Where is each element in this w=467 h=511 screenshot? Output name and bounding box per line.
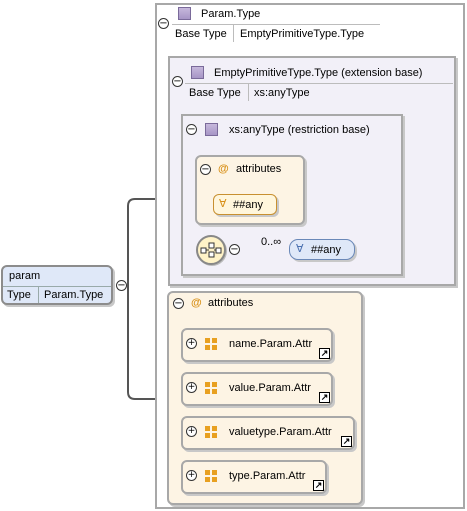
expand-button[interactable]: + — [186, 470, 197, 481]
expand-button[interactable]: + — [186, 338, 197, 349]
attribute-group-label: name.Param.Attr — [229, 338, 313, 350]
param-type-collapse-button[interactable]: − — [158, 18, 169, 29]
param-type-label: Type — [7, 289, 31, 301]
reference-link-icon[interactable]: ↗ — [319, 392, 330, 403]
complex-type-icon — [205, 123, 218, 136]
param-type-name: Param.Type — [201, 8, 261, 20]
expand-button[interactable]: + — [186, 382, 197, 393]
attribute-group-icon — [205, 382, 217, 394]
attribute-group-label: valuetype.Param.Attr — [229, 426, 332, 438]
any-attribute-label: ##any — [233, 199, 263, 211]
sequence-collapse-button[interactable]: − — [229, 244, 240, 255]
empty-primitive-name: EmptyPrimitiveType.Type (extension base) — [214, 67, 423, 79]
complex-type-icon — [178, 7, 191, 20]
param-element-name: param — [9, 270, 41, 282]
param-element-node[interactable]: param Type Param.Type — [1, 265, 113, 305]
inner-attributes-label: attributes — [236, 163, 282, 175]
inner-attributes-collapse-button[interactable]: − — [200, 164, 211, 175]
expand-button[interactable]: + — [186, 426, 197, 437]
sequence-occurrence: 0..∞ — [261, 236, 282, 248]
param-collapse-button[interactable]: − — [116, 280, 127, 291]
complex-type-icon — [191, 66, 204, 79]
attribute-at-icon: @ — [218, 163, 229, 175]
any-attribute-icon: ∀ — [219, 198, 227, 210]
any-element-icon: ∀ — [296, 243, 304, 255]
attribute-group-icon — [205, 426, 217, 438]
attribute-at-icon: @ — [191, 297, 202, 309]
attribute-group-icon — [205, 470, 217, 482]
reference-link-icon[interactable]: ↗ — [319, 348, 330, 359]
attribute-group-label: value.Param.Attr — [229, 382, 311, 394]
param-type-base-value: EmptyPrimitiveType.Type — [240, 28, 365, 40]
empty-primitive-collapse-button[interactable]: − — [172, 76, 183, 87]
param-type-base-label: Base Type — [175, 28, 227, 40]
any-element-label: ##any — [311, 244, 341, 256]
attribute-group-label: type.Param.Attr — [229, 470, 306, 482]
any-type-name: xs:anyType (restriction base) — [229, 124, 370, 136]
empty-primitive-base-label: Base Type — [189, 87, 241, 99]
empty-primitive-base-value: xs:anyType — [254, 87, 310, 99]
param-type-value: Param.Type — [44, 289, 104, 301]
sequence-icon — [200, 242, 222, 258]
attribute-group-icon — [205, 338, 217, 350]
outer-attributes-label: attributes — [208, 297, 254, 309]
outer-attributes-collapse-button[interactable]: − — [173, 298, 184, 309]
any-type-collapse-button[interactable]: − — [186, 124, 197, 135]
reference-link-icon[interactable]: ↗ — [313, 480, 324, 491]
reference-link-icon[interactable]: ↗ — [341, 436, 352, 447]
